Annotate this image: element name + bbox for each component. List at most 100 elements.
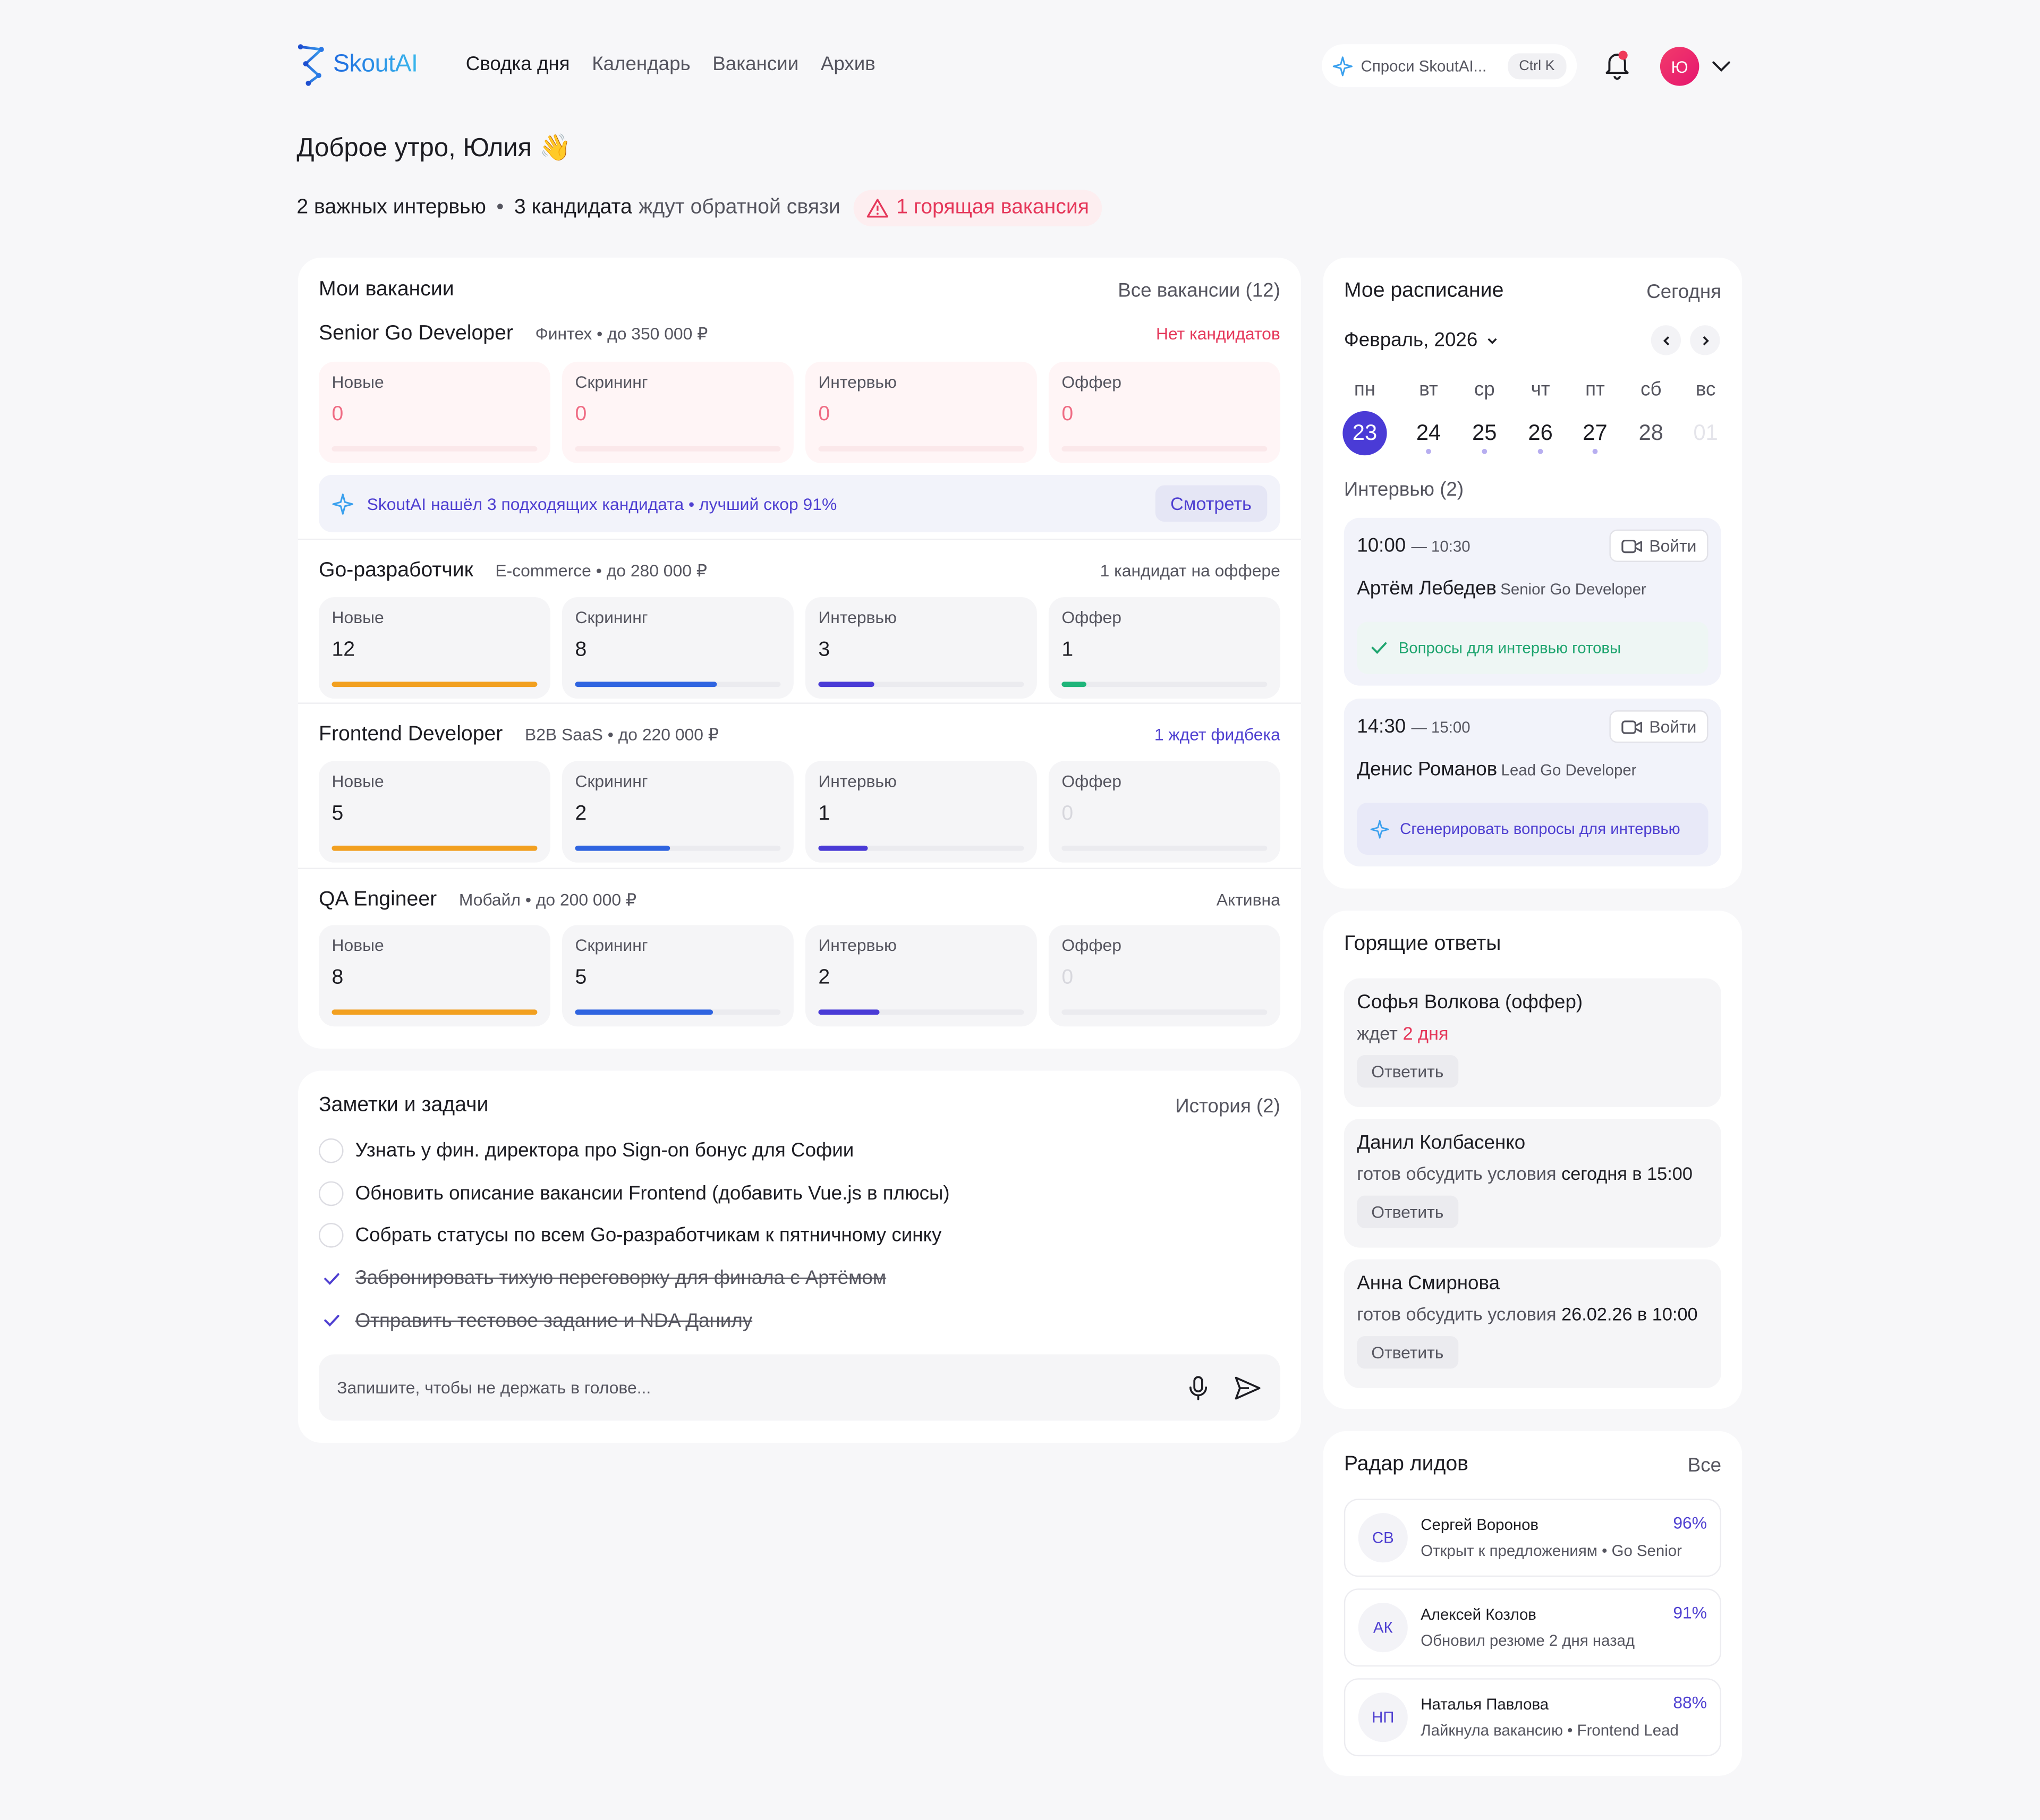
weekday-label: пн: [1354, 378, 1376, 401]
pipeline-stage[interactable]: Интервью 3: [805, 597, 1037, 699]
join-call-button[interactable]: Войти: [1609, 529, 1708, 562]
calendar-day[interactable]: 01: [1684, 411, 1728, 455]
reply-button[interactable]: Ответить: [1357, 1336, 1458, 1369]
hot-replies-title: Горящие ответы: [1344, 932, 1501, 955]
questions-ready-status[interactable]: Вопросы для интервью готовы: [1357, 622, 1708, 674]
pipeline-stage[interactable]: Оффер 0: [1048, 925, 1280, 1027]
interview-slot[interactable]: 10:00 — 10:30 Войти Артём Лебедев Senior …: [1344, 517, 1722, 686]
today-button[interactable]: Сегодня: [1646, 281, 1721, 303]
lead-item[interactable]: СВ Сергей Воронов Открыт к предложениям • …: [1344, 1499, 1722, 1577]
calendar-day[interactable]: 28: [1629, 411, 1673, 455]
hot-vacancy-badge[interactable]: 1 горящая вакансия: [853, 190, 1102, 227]
stage-progress: [818, 682, 1024, 687]
brand-logo[interactable]: SkoutAI: [296, 43, 418, 87]
pipeline-stage[interactable]: Новые 8: [319, 925, 550, 1027]
nav-item-archive[interactable]: Архив: [821, 53, 876, 75]
view-candidates-button[interactable]: Смотреть: [1154, 485, 1268, 522]
reply-item[interactable]: Данил Колбасенко готов обсудить условия с…: [1344, 1119, 1722, 1248]
vacancy-header[interactable]: Senior Go Developer Финтех • до 350 000 ₽…: [298, 322, 1301, 346]
task-item[interactable]: Обновить описание вакансии Frontend (доб…: [319, 1180, 950, 1206]
weekday-label: ср: [1474, 378, 1495, 401]
notifications-button[interactable]: [1602, 48, 1633, 82]
reply-button[interactable]: Ответить: [1357, 1195, 1458, 1228]
reply-button[interactable]: Ответить: [1357, 1055, 1458, 1088]
vacancy-status[interactable]: Активна: [1217, 890, 1280, 909]
checked-icon[interactable]: [319, 1266, 344, 1291]
stage-count: 0: [818, 403, 830, 426]
vacancy-header[interactable]: QA Engineer Мобайл • до 200 000 ₽ Активна: [298, 889, 1301, 912]
task-item[interactable]: Собрать статусы по всем Go-разработчикам…: [319, 1223, 941, 1248]
task-checkbox[interactable]: [319, 1180, 344, 1206]
vacancy-divider: [298, 538, 1301, 540]
reply-item[interactable]: Анна Смирнова готов обсудить условия 26.0…: [1344, 1259, 1722, 1389]
vacancies-title: Мои вакансии: [319, 278, 454, 301]
stage-label: Скрининг: [575, 935, 648, 955]
task-checkbox[interactable]: [319, 1138, 344, 1163]
stage-label: Интервью: [818, 935, 897, 955]
all-vacancies-link[interactable]: Все вакансии (12): [1118, 280, 1280, 302]
stage-progress: [332, 446, 538, 452]
pipeline-stage[interactable]: Новые 0: [319, 361, 550, 463]
task-item[interactable]: Узнать у фин. директора про Sign-on бону…: [319, 1138, 854, 1163]
reply-name: Софья Волкова (оффер): [1357, 991, 1583, 1014]
nav-item-summary[interactable]: Сводка дня: [466, 53, 570, 75]
pipeline-stage[interactable]: Скрининг 2: [562, 761, 794, 863]
reply-item[interactable]: Софья Волкова (оффер) ждет 2 дня Ответить: [1344, 978, 1722, 1108]
user-menu-chevron[interactable]: [1710, 55, 1733, 84]
pipeline-stage[interactable]: Скрининг 0: [562, 361, 794, 463]
user-avatar[interactable]: Ю: [1660, 47, 1699, 86]
stage-label: Интервью: [818, 607, 897, 627]
next-week-button[interactable]: [1690, 325, 1720, 355]
stage-progress: [332, 845, 538, 851]
ask-ai-search[interactable]: Спроси SkoutAI... Ctrl K: [1322, 44, 1577, 88]
vacancy-header[interactable]: Frontend Developer B2B SaaS • до 220 000 …: [298, 724, 1301, 747]
stage-count: 12: [332, 639, 355, 661]
vacancy-status[interactable]: 1 ждет фидбека: [1154, 725, 1280, 744]
notes-history-link[interactable]: История (2): [1175, 1095, 1280, 1118]
pipeline-stage[interactable]: Новые 5: [319, 761, 550, 863]
lead-info: Наталья Павлова Лайкнула вакансию • Front…: [1421, 1695, 1678, 1739]
leads-title: Радар лидов: [1344, 1453, 1469, 1476]
lead-description: Открыт к предложениям • Go Senior: [1421, 1542, 1682, 1560]
lead-item[interactable]: НП Наталья Павлова Лайкнула вакансию • Fro…: [1344, 1678, 1722, 1757]
all-leads-link[interactable]: Все: [1688, 1455, 1721, 1477]
task-text: Обновить описание вакансии Frontend (доб…: [355, 1182, 950, 1205]
vacancy-status[interactable]: 1 кандидат на оффере: [1100, 561, 1280, 581]
pipeline-stage[interactable]: Скрининг 8: [562, 597, 794, 699]
stage-count: 0: [575, 403, 587, 426]
send-icon[interactable]: [1234, 1374, 1262, 1400]
generate-questions-button[interactable]: Сгенерировать вопросы для интервью: [1357, 803, 1708, 855]
vacancy-status[interactable]: Нет кандидатов: [1156, 324, 1280, 344]
leads-radar-card: Радар лидов Все СВ Сергей Воронов Открыт к…: [1323, 1431, 1742, 1776]
prev-week-button[interactable]: [1651, 325, 1681, 355]
task-checkbox[interactable]: [319, 1223, 344, 1248]
weekday-label: вс: [1695, 378, 1716, 401]
pipeline-stage[interactable]: Оффер 1: [1048, 597, 1280, 699]
stage-progress: [1061, 446, 1268, 452]
summary-candidates: 3 кандидата: [514, 196, 632, 219]
month-selector[interactable]: Февраль, 2026: [1344, 329, 1499, 351]
task-item[interactable]: Забронировать тихую переговорку для фина…: [319, 1266, 886, 1291]
pipeline-stage[interactable]: Интервью 0: [805, 361, 1037, 463]
note-input[interactable]: Запишите, чтобы не держать в голове...: [319, 1354, 1280, 1421]
event-dot: [1426, 448, 1431, 454]
reply-name: Данил Колбасенко: [1357, 1132, 1526, 1154]
join-call-button[interactable]: Войти: [1609, 710, 1708, 743]
checked-icon[interactable]: [319, 1308, 344, 1333]
stage-count: 0: [1061, 403, 1074, 426]
interview-slot[interactable]: 14:30 — 15:00 Войти Денис Романов Lead Go…: [1344, 699, 1722, 867]
pipeline-stage[interactable]: Оффер 0: [1048, 761, 1280, 863]
lead-item[interactable]: АК Алексей Козлов Обновил резюме 2 дня наз…: [1344, 1588, 1722, 1667]
vacancy-header[interactable]: Go-разработчик E-commerce • до 280 000 ₽ 1…: [298, 559, 1301, 583]
microphone-icon[interactable]: [1186, 1374, 1210, 1400]
pipeline-stage[interactable]: Оффер 0: [1048, 361, 1280, 463]
stage-label: Оффер: [1061, 372, 1121, 392]
task-item[interactable]: Отправить тестовое задание и NDA Данилу: [319, 1308, 752, 1333]
pipeline-stage[interactable]: Скрининг 5: [562, 925, 794, 1027]
pipeline-stage[interactable]: Новые 12: [319, 597, 550, 699]
nav-item-calendar[interactable]: Календарь: [592, 53, 690, 75]
pipeline-stage[interactable]: Интервью 2: [805, 925, 1037, 1027]
nav-item-vacancies[interactable]: Вакансии: [712, 53, 798, 75]
calendar-day[interactable]: 23: [1342, 411, 1387, 456]
pipeline-stage[interactable]: Интервью 1: [805, 761, 1037, 863]
